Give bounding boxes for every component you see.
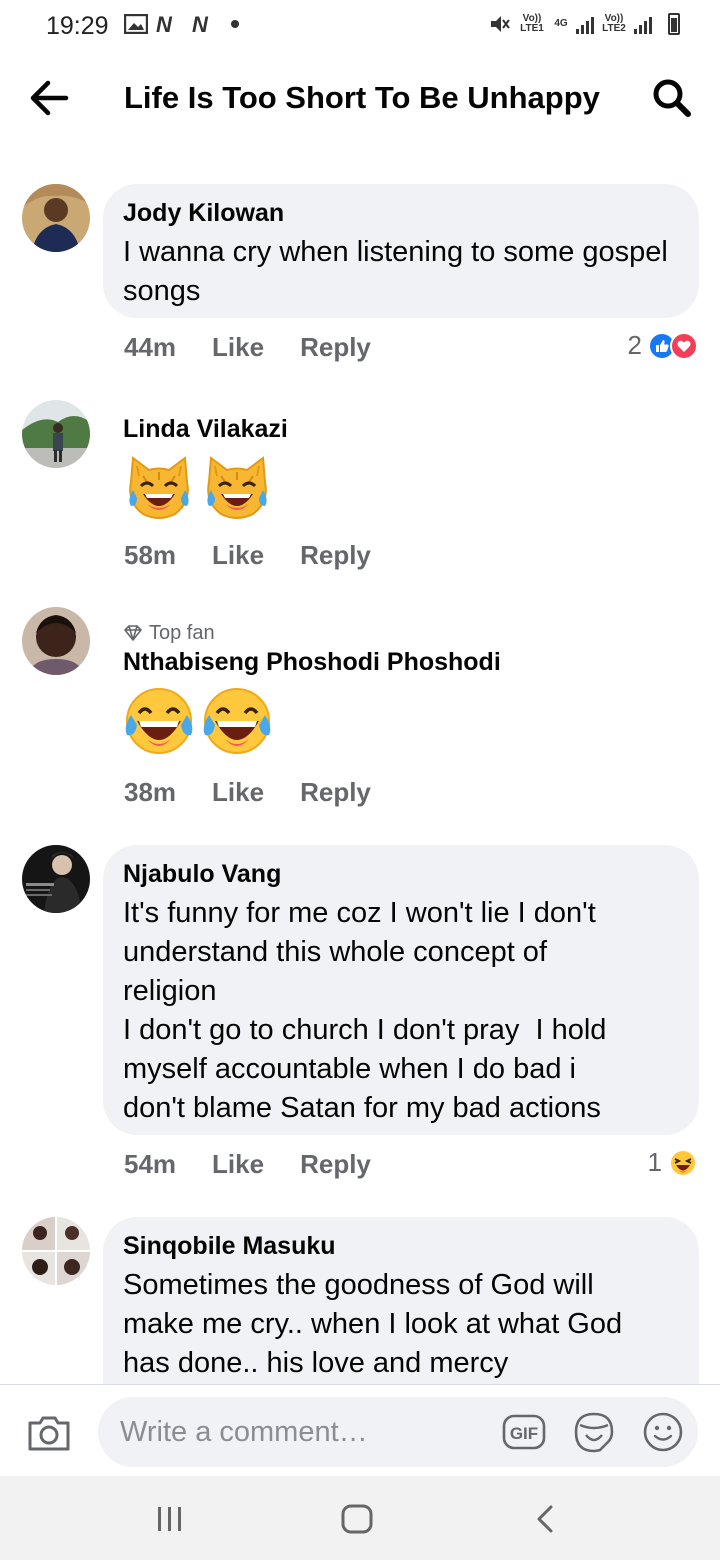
gif-icon[interactable]: GIF	[502, 1413, 546, 1451]
reply-button[interactable]: Reply	[300, 1149, 371, 1180]
reply-button[interactable]: Reply	[300, 540, 371, 571]
like-button[interactable]: Like	[212, 332, 264, 363]
reply-button[interactable]: Reply	[300, 332, 371, 363]
comment-text: Sometimes the goodness of God will make …	[123, 1266, 679, 1383]
reaction-summary[interactable]: 2	[628, 330, 698, 361]
comment-input-placeholder: Write a comment…	[120, 1416, 368, 1448]
comment-content: Top fan Nthabiseng Phoshodi Phoshodi	[123, 621, 501, 757]
dot-icon	[231, 20, 239, 28]
comment-bubble: Jody Kilowan I wanna cry when listening …	[103, 184, 699, 318]
tears-of-joy-emoji	[203, 688, 271, 754]
emoji-row	[123, 452, 288, 524]
comment-text-line: myself accountable when I do bad i	[123, 1053, 576, 1085]
comment-bubble: Sinqobile Masuku Sometimes the goodness …	[103, 1217, 699, 1384]
mute-icon	[491, 16, 510, 32]
status-bar: 19:29 N N Vo)) LTE1 4G Vo)) LTE2	[0, 0, 720, 56]
reaction-count: 2	[627, 330, 642, 360]
comment-actions-row: 38m Like Reply	[124, 777, 371, 808]
nav-back-icon[interactable]	[534, 1504, 556, 1534]
love-icon	[670, 331, 698, 360]
comment-bubble: Njabulo Vang It's funny for me coz I won…	[103, 845, 699, 1135]
like-button[interactable]: Like	[212, 777, 264, 808]
lte1-label: Vo)) LTE1	[520, 13, 544, 34]
gallery-icon	[124, 14, 148, 34]
avatar[interactable]	[22, 845, 90, 913]
reaction-count: 1	[647, 1147, 662, 1177]
tears-of-joy-emoji	[125, 688, 193, 754]
comment-text-line: It's funny for me coz I won't lie I don'…	[123, 897, 596, 929]
avatar[interactable]	[22, 400, 90, 468]
reaction-summary[interactable]: 1	[648, 1147, 698, 1178]
comment-text-line: Sometimes the goodness of God will	[123, 1269, 594, 1301]
comment-actions: 54m Like Reply	[124, 1149, 371, 1180]
recents-icon[interactable]	[155, 1506, 185, 1532]
comment-text-line: don't blame Satan for my bad actions	[123, 1092, 601, 1124]
signal-strength-icon-2	[634, 14, 652, 34]
comment-text-line: I don't go to church I don't pray I hold	[123, 1014, 607, 1046]
signal-strength-icon	[576, 14, 594, 34]
like-button[interactable]: Like	[212, 1149, 264, 1180]
svg-text:N: N	[192, 14, 209, 34]
avatar[interactable]	[22, 1217, 90, 1285]
sticker-icon[interactable]	[572, 1411, 616, 1453]
comment-author[interactable]: Linda Vilakazi	[123, 414, 288, 444]
comment-author[interactable]: Njabulo Vang	[123, 859, 679, 889]
n-app-icon-2: N	[192, 14, 209, 34]
status-notification-icons: N N	[124, 14, 242, 34]
comment-actions: 44m Like Reply	[124, 332, 371, 363]
cat-tears-of-joy-emoji	[129, 456, 189, 519]
comment-composer: Write a comment… GIF	[0, 1384, 720, 1476]
battery-icon	[668, 13, 680, 35]
page-title: Life Is Too Short To Be Unhappy	[124, 80, 600, 115]
comment-author[interactable]: Nthabiseng Phoshodi Phoshodi	[123, 647, 501, 677]
cat-tears-of-joy-emoji	[207, 456, 267, 519]
comment-time: 58m	[124, 540, 177, 570]
comment-time: 38m	[124, 777, 177, 807]
top-fan-label: Top fan	[149, 622, 215, 644]
comment-text: I wanna cry when listening to some gospe…	[123, 236, 668, 307]
status-time: 19:29	[46, 12, 109, 40]
avatar[interactable]	[22, 607, 90, 675]
n-app-icon: N	[156, 14, 173, 34]
reply-button[interactable]: Reply	[300, 777, 371, 808]
avatar[interactable]	[22, 184, 90, 252]
home-icon[interactable]	[341, 1504, 373, 1534]
like-button[interactable]: Like	[212, 540, 264, 571]
diamond-icon	[124, 625, 142, 641]
page-header: Life Is Too Short To Be Unhappy	[0, 56, 720, 140]
camera-icon[interactable]	[26, 1413, 72, 1453]
back-arrow-icon[interactable]	[28, 78, 70, 118]
comment-text-line: make me cry.. when I look at what God	[123, 1308, 623, 1340]
comment-text-line: understand this whole concept of	[123, 936, 547, 968]
lte2-label: Vo)) LTE2	[602, 13, 626, 34]
status-system-icons: Vo)) LTE1 4G Vo)) LTE2	[488, 12, 680, 36]
android-nav-bar	[0, 1476, 720, 1560]
haha-icon	[669, 1148, 697, 1177]
top-fan-badge: Top fan	[123, 621, 501, 645]
comment-text: It's funny for me coz I won't lie I don'…	[123, 894, 679, 1128]
comment-actions: 58m Like Reply	[124, 540, 371, 571]
comment-text-line: has done.. his love and mercy	[123, 1347, 509, 1379]
comments-list: Jody Kilowan I wanna cry when listening …	[0, 140, 720, 1384]
search-icon[interactable]	[650, 76, 694, 120]
gif-label: GIF	[510, 1424, 538, 1443]
comment-time: 44m	[124, 332, 177, 362]
svg-text:N: N	[156, 14, 173, 34]
4g-label: 4G	[554, 18, 568, 29]
comment-time: 54m	[124, 1149, 177, 1179]
comment-author[interactable]: Sinqobile Masuku	[123, 1231, 679, 1261]
comment-author[interactable]: Jody Kilowan	[123, 198, 679, 228]
comment-content: Linda Vilakazi	[123, 414, 288, 524]
comment-input[interactable]: Write a comment… GIF	[98, 1397, 698, 1467]
emoji-row	[123, 685, 501, 757]
comment-text-line: religion	[123, 975, 217, 1007]
emoji-picker-icon[interactable]	[642, 1411, 684, 1453]
